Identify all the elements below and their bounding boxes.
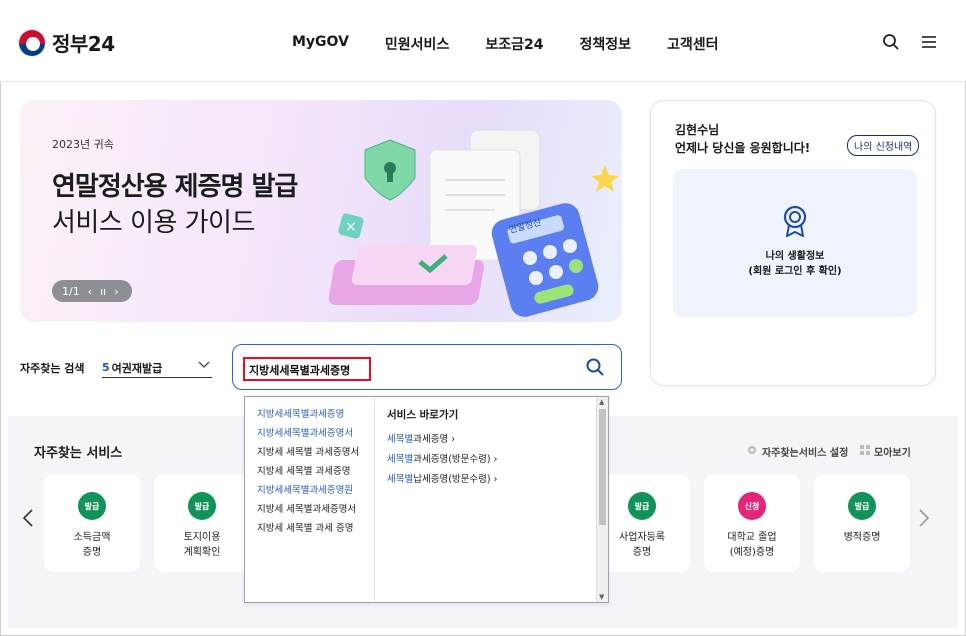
shortcut-link[interactable]: 세목별납세증명(방문수령) › (387, 471, 587, 485)
user-message: 언제나 당신을 응원합니다! (675, 141, 811, 155)
suggestion-item[interactable]: 지방세 세목별과세증명서 (257, 502, 372, 518)
service-label: 토지이용 계획확인 (183, 532, 221, 558)
gear-icon (746, 444, 758, 459)
service-card[interactable]: 발급 소득금액 증명 (44, 474, 140, 572)
next-slide-icon[interactable]: › (114, 285, 118, 298)
promo-banner[interactable]: 2023년 귀속 연말정산용 제증명 발급 서비스 이용 가이드 1/1 ‹ ı… (20, 100, 622, 322)
services-title: 자주찾는 서비스 (34, 446, 123, 461)
scrollbar-thumb[interactable] (599, 409, 606, 525)
pause-icon[interactable]: ıı (100, 285, 106, 298)
search-submit-icon[interactable] (585, 357, 605, 377)
user-greeting: 김현수님 언제나 당신을 응원합니다! (675, 121, 810, 157)
autocomplete-dropdown: 지방세세목별과세증명 지방세세목별과세증명서 지방세 세목별 과세증명서 지방세… (244, 396, 609, 603)
suggestion-item[interactable]: 지방세세목별과세증명 (257, 407, 372, 423)
service-label: 대학교 졸업 (예정)증명 (727, 532, 777, 558)
banner-pager: 1/1 ‹ ıı › (52, 280, 132, 302)
banner-title: 연말정산용 제증명 발급 (52, 172, 298, 202)
user-card: 김현수님 언제나 당신을 응원합니다! 나의 신청내역 나의 생활정보 (회원 … (650, 100, 936, 386)
select-rank: 5 (102, 361, 110, 374)
scroll-down-icon[interactable]: ▼ (599, 593, 604, 601)
nav-mygov[interactable]: MyGOV (292, 34, 349, 54)
suggestion-item[interactable]: 지방세 세목별 과세 증명 (257, 521, 372, 537)
grid-icon (860, 445, 870, 458)
my-applications-button[interactable]: 나의 신청내역 (847, 135, 920, 156)
nav-customer-center[interactable]: 고객센터 (667, 34, 719, 54)
nav-subsidy24[interactable]: 보조금24 (485, 34, 543, 54)
nav-civil-service[interactable]: 민원서비스 (385, 34, 449, 54)
header-icons (882, 33, 938, 55)
service-badge: 발급 (628, 492, 656, 520)
suggestion-list: 지방세세목별과세증명 지방세세목별과세증명서 지방세 세목별 과세증명서 지방세… (245, 397, 375, 602)
suggestion-item[interactable]: 지방세세목별과세증명서 (257, 426, 372, 442)
service-shortcuts: 서비스 바로가기 세목별과세증명 › 세목별과세증명(방문수령) › 세목별납세… (387, 407, 587, 491)
logo[interactable]: 정부24 (18, 28, 115, 57)
banner-year: 2023년 귀속 (52, 138, 114, 151)
search-input[interactable]: 지방세세목별과세증명 (243, 357, 371, 381)
suggestion-item[interactable]: 지방세 세목별 과세증명 (257, 464, 372, 480)
life-info-panel[interactable]: 나의 생활정보 (회원 로그인 후 확인) (673, 169, 917, 317)
nav-policy-info[interactable]: 정책정보 (579, 34, 631, 54)
view-all-label: 모아보기 (874, 448, 911, 459)
life-info-note: (회원 로그인 후 확인) (748, 266, 842, 277)
hamburger-menu-icon[interactable] (920, 33, 938, 55)
service-badge: 발급 (188, 492, 216, 520)
banner-subtitle: 서비스 이용 가이드 (52, 208, 255, 238)
select-value: 여권재발급 (111, 361, 163, 375)
prev-slide-icon[interactable]: ‹ (88, 285, 92, 298)
service-badge: 발급 (848, 492, 876, 520)
suggestion-item[interactable]: 지방세 세목별 과세증명서 (257, 445, 372, 461)
user-name: 김현수님 (675, 123, 720, 137)
search-box: 지방세세목별과세증명 (232, 344, 622, 390)
search-icon[interactable] (882, 33, 900, 55)
service-card[interactable]: 신청 대학교 졸업 (예정)증명 (704, 474, 800, 572)
chevron-right-icon[interactable] (918, 508, 930, 533)
chevron-down-icon (198, 359, 210, 372)
suggestion-item[interactable]: 지방세세목별과세증명원 (257, 483, 372, 499)
service-card[interactable]: 발급 병적증명 (814, 474, 910, 572)
service-label: 병적증명 (843, 532, 881, 543)
service-label: 소득금액 증명 (73, 532, 111, 558)
services-settings-button[interactable]: 자주찾는서비스 설정 (746, 444, 848, 459)
main-nav: MyGOV 민원서비스 보조금24 정책정보 고객센터 (292, 34, 719, 54)
scroll-up-icon[interactable]: ▲ (599, 398, 604, 406)
service-badge: 신청 (738, 492, 766, 520)
banner-illustration: 연말정산 × (328, 129, 619, 317)
service-card[interactable]: 발급 토지이용 계획확인 (154, 474, 250, 572)
view-all-button[interactable]: 모아보기 (860, 444, 911, 459)
life-info-title: 나의 생활정보 (765, 251, 825, 262)
shortcut-link[interactable]: 세목별과세증명(방문수령) › (387, 451, 587, 465)
services-settings-label: 자주찾는서비스 설정 (762, 448, 849, 459)
chevron-left-icon[interactable] (22, 508, 34, 533)
taegeuk-logo-icon (18, 28, 46, 57)
service-badge: 발급 (78, 492, 106, 520)
dropdown-scrollbar[interactable]: ▲ ▼ (596, 397, 608, 602)
logo-text: 정부24 (52, 32, 115, 56)
frequent-search-label: 자주찾는 검색 (20, 362, 85, 375)
svg-text:×: × (345, 219, 357, 235)
site-header: 정부24 MyGOV 민원서비스 보조금24 정책정보 고객센터 (0, 0, 966, 82)
banner-page-indicator: 1/1 (62, 284, 80, 298)
medal-icon (783, 205, 807, 237)
shortcut-link[interactable]: 세목별과세증명 › (387, 431, 587, 445)
frequent-search-select[interactable]: 5 여권재발급 (102, 358, 212, 378)
shortcuts-title: 서비스 바로가기 (387, 409, 459, 421)
